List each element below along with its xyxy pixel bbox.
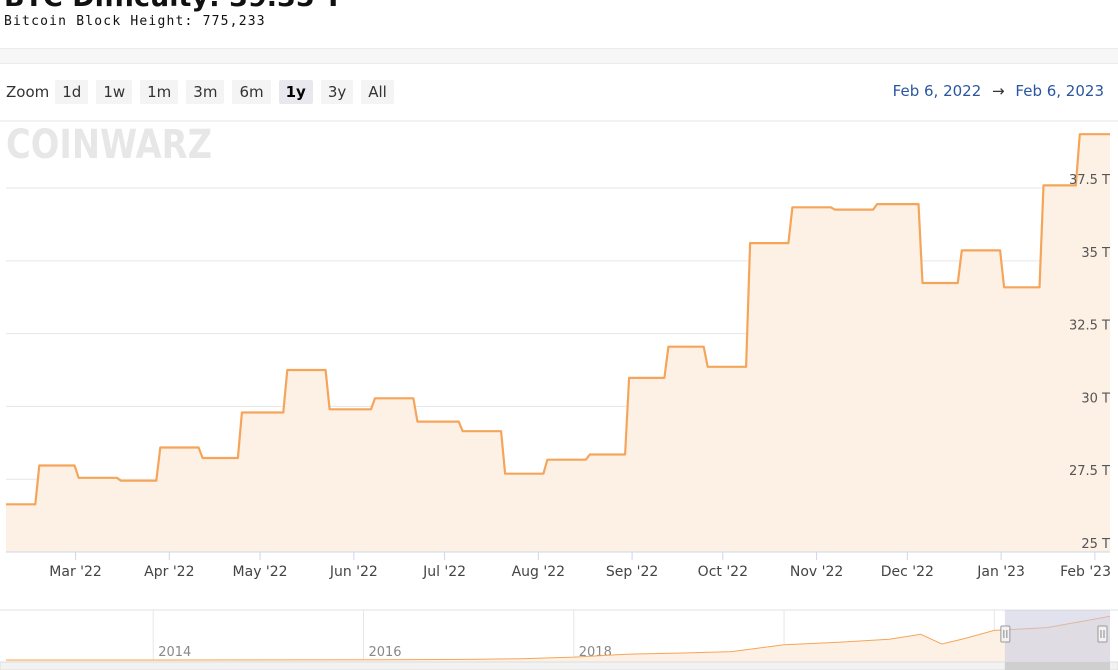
navigator-year-label: 2016 [368, 645, 401, 660]
y-tick-label: 32.5 T [1069, 319, 1110, 334]
navigator-scrollbar-thumb[interactable] [1004, 662, 1110, 670]
y-tick-label: 27.5 T [1069, 464, 1110, 479]
navigator-scrollbar-track[interactable] [0, 661, 1118, 670]
y-tick-label: 25 T [1081, 537, 1110, 552]
series-area [6, 133, 1110, 552]
navigator-left-handle[interactable] [1000, 625, 1011, 643]
x-tick-label: Mar '22 [49, 564, 102, 580]
x-tick-label: Feb '23 [1060, 564, 1111, 580]
navigator-right-handle[interactable] [1097, 625, 1108, 643]
difficulty-chart: 25 T 27.5 T 30 T 32.5 T 35 T 37.5 T Mar '22 Apr… [0, 120, 1118, 670]
x-tick-label: Oct '22 [698, 564, 748, 580]
y-tick-label: 35 T [1081, 246, 1110, 261]
x-tick-label: Jan '23 [976, 564, 1025, 580]
navigator-selection-mask[interactable] [1004, 610, 1110, 670]
y-tick-label: 30 T [1081, 391, 1110, 406]
x-tick-label: May '22 [233, 564, 288, 580]
x-tick-label: Dec '22 [881, 564, 934, 580]
x-tick-label: Nov '22 [790, 564, 843, 580]
x-tick-label: Sep '22 [606, 564, 659, 580]
x-tick-label: Jun '22 [329, 564, 378, 580]
y-tick-label: 37.5 T [1069, 173, 1110, 188]
x-tick-label: Apr '22 [144, 564, 194, 580]
navigator[interactable]: 20142016201820202022 [0, 609, 1118, 670]
x-tick-label: Jul '22 [422, 564, 466, 580]
series-area-fill [6, 134, 1110, 552]
x-tick-label: Aug '22 [512, 564, 565, 580]
navigator-year-label: 2014 [158, 645, 191, 660]
